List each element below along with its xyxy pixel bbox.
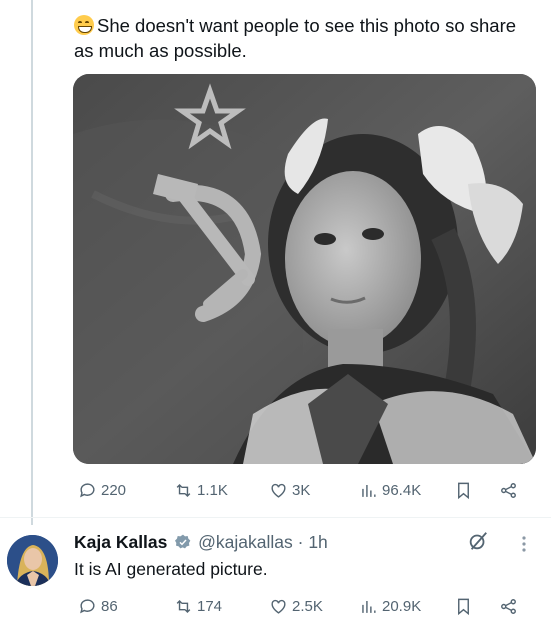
views-button[interactable]: 96.4K [359, 481, 421, 500]
reply-time[interactable]: 1h [308, 532, 327, 552]
verified-badge-icon [175, 534, 191, 549]
grok-icon[interactable] [467, 530, 489, 552]
share-icon [501, 483, 516, 498]
share-icon [501, 599, 516, 614]
reply-count: 220 [101, 482, 127, 499]
reply-handle[interactable]: @kajakallas [198, 532, 293, 552]
views-chart-icon [362, 600, 376, 613]
reply-button[interactable]: 220 [78, 481, 126, 500]
share-button[interactable] [499, 481, 518, 500]
reply-repost-button[interactable]: 174 [174, 597, 222, 616]
post-text-content: She doesn't want people to see this phot… [74, 15, 517, 61]
repost-icon [176, 483, 191, 498]
like-button[interactable]: 3K [269, 481, 310, 500]
reply-text: It is AI generated picture. [74, 559, 268, 579]
post-actions: 220 1.1K 3K 96.4K [74, 481, 529, 503]
reply-icon [80, 483, 95, 498]
reply-view-count: 20.9K [382, 598, 422, 615]
reply-header: Kaja Kallas @kajakallas · 1h [74, 531, 328, 553]
reply-repost-count: 174 [197, 598, 223, 615]
divider [0, 517, 551, 518]
reply-reply-button[interactable]: 86 [78, 597, 118, 616]
reply-like-count: 2.5K [292, 598, 323, 615]
reply-icon [80, 599, 95, 614]
reply-reply-count: 86 [101, 598, 118, 615]
post-photo[interactable] [73, 74, 536, 464]
photo-image [73, 74, 536, 464]
bookmark-button[interactable] [454, 481, 473, 500]
separator-dot: · [297, 532, 304, 552]
avatar[interactable] [7, 535, 58, 586]
reply-share-button[interactable] [499, 597, 518, 616]
bookmark-icon [458, 598, 469, 616]
more-options-icon[interactable] [517, 535, 531, 553]
heart-icon [271, 483, 286, 498]
reply-bookmark-button[interactable] [454, 597, 473, 616]
reply-author-name[interactable]: Kaja Kallas [74, 532, 167, 552]
grinning-face-emoji-icon [74, 15, 94, 35]
bookmark-icon [458, 482, 469, 500]
thread-line [31, 0, 33, 525]
reply-like-button[interactable]: 2.5K [269, 597, 323, 616]
reply-actions: 86 174 2.5K 20.9K [74, 597, 529, 619]
repost-count: 1.1K [197, 482, 228, 499]
heart-icon [271, 599, 286, 614]
repost-icon [176, 599, 191, 614]
post-text: She doesn't want people to see this phot… [74, 13, 534, 63]
views-chart-icon [362, 484, 376, 497]
avatar-image [7, 535, 58, 586]
repost-button[interactable]: 1.1K [174, 481, 228, 500]
like-count: 3K [292, 482, 311, 499]
reply-views-button[interactable]: 20.9K [359, 597, 421, 616]
view-count: 96.4K [382, 482, 422, 499]
